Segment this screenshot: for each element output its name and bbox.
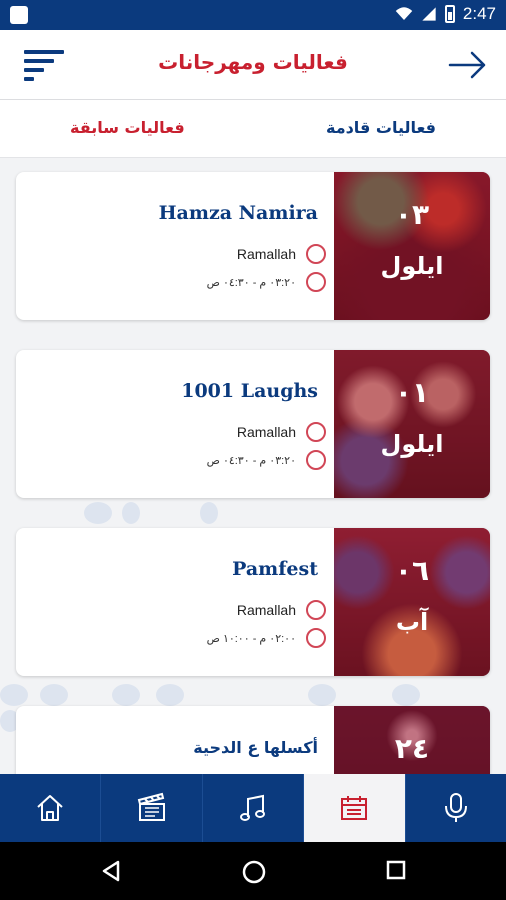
nav-music[interactable] (203, 774, 305, 842)
location-icon (306, 244, 326, 264)
event-day: ٠٦ (394, 554, 430, 587)
event-image: ٠٣ ايلول (334, 172, 490, 320)
nav-home[interactable] (0, 774, 102, 842)
event-image: ٠١ ايلول (334, 350, 490, 498)
location-icon (306, 422, 326, 442)
nav-events[interactable] (304, 774, 406, 842)
tabs-bar: فعاليات سابقة فعاليات قادمة (0, 100, 506, 158)
bottom-nav (0, 774, 506, 842)
event-month: ايلول (380, 430, 444, 458)
event-location: Ramallah (236, 602, 296, 618)
nav-movies[interactable] (101, 774, 203, 842)
back-arrow-icon[interactable] (448, 48, 488, 82)
event-location-row: Ramallah (237, 600, 326, 620)
nav-podcast[interactable] (406, 774, 506, 842)
music-icon (240, 794, 266, 821)
event-time: ٠٣:٢٠ م - ٠٤:٣٠ ص (206, 276, 296, 289)
event-time-row: ٠٣:٢٠ م - ٠٤:٣٠ ص (207, 450, 326, 470)
event-image: ٠٦ آب (334, 528, 490, 676)
microphone-icon (444, 793, 467, 822)
event-title: Hamza Namira (158, 202, 318, 224)
event-card[interactable]: ٠١ ايلول 1001 Laughs Ramallah ٠٣:٢٠ م - … (16, 350, 490, 498)
event-month: ايلول (380, 252, 444, 280)
tab-past-events[interactable]: فعاليات سابقة (70, 118, 185, 137)
event-time: ٠٣:٢٠ م - ٠٤:٣٠ ص (206, 454, 296, 467)
event-location: Ramallah (236, 246, 296, 262)
clock-icon (306, 450, 326, 470)
location-icon (306, 600, 326, 620)
app-header: فعاليات ومهرجانات (0, 30, 506, 100)
tab-upcoming-events[interactable]: فعاليات قادمة (326, 118, 436, 137)
clapperboard-icon (137, 792, 165, 821)
event-card[interactable]: ٠٣ ايلول Hamza Namira Ramallah ٠٣:٢٠ م -… (16, 172, 490, 320)
event-day: ٢٤ (394, 732, 430, 765)
battery-icon (444, 5, 455, 23)
status-time: 2:47 (462, 4, 496, 23)
event-location-row: Ramallah (237, 244, 326, 264)
home-icon (37, 795, 63, 821)
event-day: ٠١ (394, 376, 430, 409)
clock-icon (306, 628, 326, 648)
event-title: 1001 Laughs (181, 380, 318, 402)
event-location-row: Ramallah (237, 422, 326, 442)
event-title: أكسلها ع الدحية (193, 738, 318, 757)
clock-icon (306, 272, 326, 292)
notification-icon (10, 6, 28, 24)
signal-icon (422, 7, 436, 21)
home-circle-icon[interactable] (242, 860, 266, 884)
calendar-icon (341, 796, 368, 820)
event-time: ٠٢:٠٠ م - ١٠:٠٠ ص (206, 632, 296, 645)
status-bar: 2:47 (0, 0, 506, 30)
page-title: فعاليات ومهرجانات (158, 50, 348, 74)
back-triangle-icon[interactable] (100, 860, 122, 882)
event-month: آب (395, 608, 429, 636)
recent-apps-icon[interactable] (386, 860, 406, 880)
event-card[interactable]: ٠٦ آب Pamfest Ramallah ٠٢:٠٠ م - ١٠:٠٠ ص (16, 528, 490, 676)
event-title: Pamfest (232, 558, 318, 580)
event-time-row: ٠٣:٢٠ م - ٠٤:٣٠ ص (207, 272, 326, 292)
system-nav-bar (0, 842, 506, 900)
event-day: ٠٣ (394, 198, 430, 231)
wifi-icon (395, 7, 413, 20)
event-time-row: ٠٢:٠٠ م - ١٠:٠٠ ص (207, 628, 326, 648)
event-location: Ramallah (236, 424, 296, 440)
